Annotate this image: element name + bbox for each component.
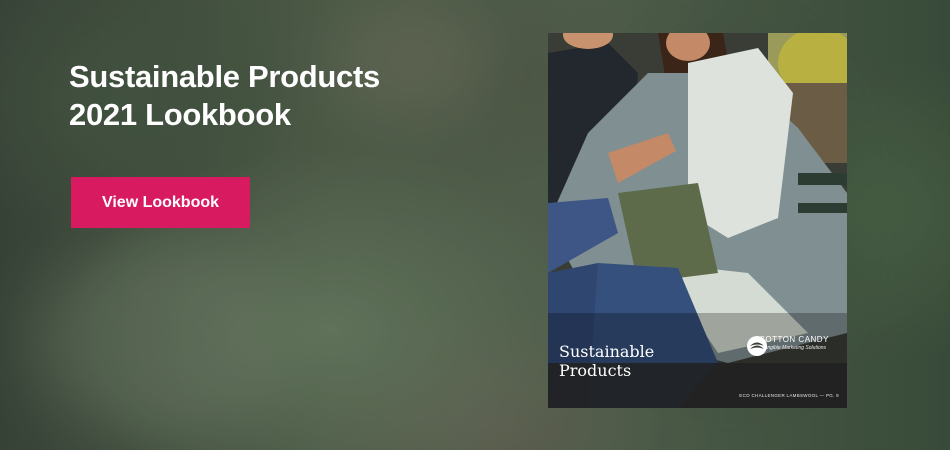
- lookbook-cover-image[interactable]: Sustainable Products COTTON CANDY Tangib…: [548, 33, 847, 408]
- cover-caption: ECO CHALLENGER LAMBSWOOL — PG. 9: [739, 393, 839, 398]
- view-lookbook-button[interactable]: View Lookbook: [71, 177, 250, 228]
- brand-tagline: Tangible Marketing Solutions: [761, 345, 827, 351]
- headline-line-1: Sustainable Products: [69, 59, 380, 94]
- brand-logo-block: COTTON CANDY Tangible Marketing Solution…: [746, 335, 842, 356]
- hero-headline: Sustainable Products 2021 Lookbook: [69, 58, 489, 134]
- cover-title-line-1: Sustainable: [559, 342, 655, 361]
- headline-line-2: 2021 Lookbook: [69, 97, 291, 132]
- cover-title-line-2: Products: [559, 361, 632, 380]
- cover-title: Sustainable Products: [559, 342, 654, 380]
